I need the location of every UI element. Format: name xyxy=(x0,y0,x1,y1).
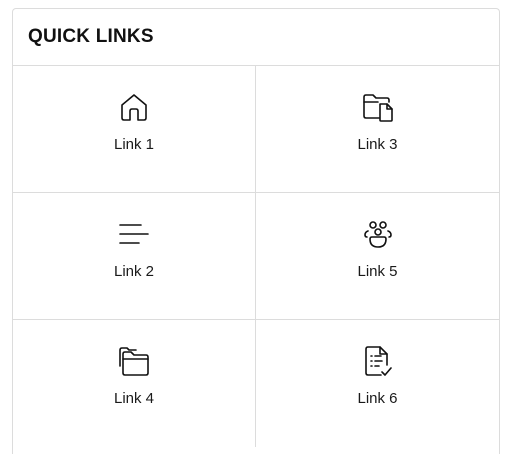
home-icon xyxy=(117,90,151,124)
folder-document-icon xyxy=(361,90,395,124)
quick-link-tile-5[interactable]: Link 5 xyxy=(256,193,499,320)
quick-link-tile-6[interactable]: Link 6 xyxy=(256,320,499,447)
quick-link-label: Link 3 xyxy=(357,136,398,153)
document-checklist-icon xyxy=(361,344,395,378)
quick-links-card: QUICK LINKS Link 1 Link 3 Link 2 Link 5 … xyxy=(12,8,500,454)
card-title: QUICK LINKS xyxy=(28,26,154,47)
quick-link-tile-2[interactable]: Link 2 xyxy=(13,193,256,320)
quick-link-label: Link 5 xyxy=(357,263,398,280)
quick-link-label: Link 6 xyxy=(357,390,398,407)
menu-lines-icon xyxy=(117,217,151,251)
quick-links-grid: Link 1 Link 3 Link 2 Link 5 Link 4 Link … xyxy=(13,66,499,447)
quick-link-label: Link 4 xyxy=(113,390,155,407)
folders-icon xyxy=(117,344,151,378)
quick-link-tile-1[interactable]: Link 1 xyxy=(13,66,256,193)
card-header: QUICK LINKS xyxy=(13,9,499,66)
quick-link-label: Link 2 xyxy=(113,263,155,280)
quick-link-label: Link 1 xyxy=(113,136,155,153)
people-group-icon xyxy=(361,217,395,251)
quick-link-tile-4[interactable]: Link 4 xyxy=(13,320,256,447)
quick-link-tile-3[interactable]: Link 3 xyxy=(256,66,499,193)
